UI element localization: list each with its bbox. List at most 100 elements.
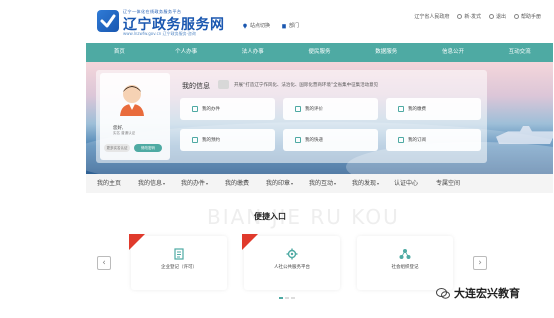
nav-data[interactable]: 数据服务 [353, 43, 420, 62]
card-label: 我的评价 [305, 107, 323, 112]
chevron-down-icon: ▾ [206, 181, 209, 186]
subnav-auth-center[interactable]: 认证中心 [394, 174, 418, 193]
logo-url: www.lnzwfw.gov.cn 辽宁政务服务·咨询 [123, 31, 196, 36]
card-my-appointments[interactable]: 我的预约 [180, 129, 275, 151]
user-center-nav: 我的主页 我的信息▾ 我的办件▾ 我的缴费 我的印章▾ 我的互动▾ 我的发现▾ … [86, 174, 553, 193]
subnav-label: 我的印章 [266, 180, 291, 187]
site-switch-link[interactable]: 站点切换 [242, 22, 270, 29]
subnav-label: 我的发现 [352, 180, 377, 187]
card-my-payments[interactable]: 我的缴费 [386, 98, 481, 120]
card-label: 我的快递 [305, 138, 323, 143]
nav-info-public[interactable]: 信息公开 [420, 43, 487, 62]
nav-convenience[interactable]: 便民服务 [286, 43, 353, 62]
entrance-enterprise-registration[interactable]: 企业登记（许可） [129, 234, 227, 290]
entrance-label: 企业登记（许可） [161, 265, 197, 270]
watermark-text: 大连宏兴教育 [454, 287, 520, 300]
carousel-prev-button[interactable]: ‹ [97, 256, 111, 270]
power-icon [488, 14, 494, 19]
entrance-label: 社会组织登记 [391, 265, 419, 270]
star-icon [295, 106, 301, 112]
bell-icon [398, 137, 404, 143]
top-links: 辽宁省人民政府 新·发式 退出 帮助手册 [414, 13, 541, 20]
entrance-label: 人社公共服务平台 [274, 265, 310, 270]
hot-ribbon [242, 234, 258, 250]
auth-level: 实名 普通认证 [113, 131, 136, 135]
site-header: 辽宁一体化在线政务服务平台 辽宁政务服务网 www.lnzwfw.gov.cn … [0, 0, 554, 40]
nav-legal-person[interactable]: 法人办事 [219, 43, 286, 62]
building-icon [282, 23, 286, 28]
department-link[interactable]: 部门 [281, 22, 299, 29]
document-icon [174, 248, 184, 260]
top-link-user[interactable]: 新·发式 [457, 13, 481, 20]
wechat-icon [436, 287, 450, 299]
subnav-label: 认证中心 [394, 180, 419, 187]
avatar[interactable] [117, 82, 147, 116]
entrance-social-security[interactable]: 人社公共服务平台 [242, 234, 340, 290]
top-link-help[interactable]: 帮助手册 [513, 13, 541, 20]
source-watermark: 大连宏兴教育 [436, 285, 520, 301]
subnav-discover[interactable]: 我的发现▾ [352, 174, 379, 193]
card-my-delivery[interactable]: 我的快递 [283, 129, 378, 151]
ship-image [496, 126, 553, 144]
top-link-help-label: 帮助手册 [520, 14, 541, 20]
subnav-label: 我的办件 [181, 180, 206, 187]
card-label: 我的订阅 [408, 138, 426, 143]
subnav-label: 我的主页 [97, 180, 122, 187]
subnav-label: 我的信息 [138, 180, 163, 187]
card-label: 我的缴费 [408, 107, 426, 112]
card-label: 我的办件 [202, 107, 220, 112]
my-info-title: 我的信息 [182, 82, 210, 90]
subnav-payments[interactable]: 我的缴费 [225, 174, 249, 193]
top-link-gov[interactable]: 辽宁省人民政府 [414, 13, 449, 20]
subnav-exclusive-space[interactable]: 专属空间 [436, 174, 460, 193]
card-label: 我的预约 [202, 138, 220, 143]
subnav-interaction[interactable]: 我的互动▾ [309, 174, 336, 193]
notice-text[interactable]: 开展“打造辽宁作风化、法治化、国际化营商环境”全省集中征集活动意见 [234, 82, 378, 88]
main-nav: 首页 个人办事 法人办事 便民服务 数据服务 信息公开 互动交流 [86, 43, 553, 62]
subnav-label: 专属空间 [436, 180, 461, 187]
card-my-subscriptions[interactable]: 我的订阅 [386, 129, 481, 151]
site-logo-icon[interactable] [97, 10, 119, 32]
gear-icon [286, 248, 298, 260]
subnav-label: 我的互动 [309, 180, 334, 187]
nav-personal[interactable]: 个人办事 [153, 43, 220, 62]
site-switch-label: 站点切换 [250, 23, 271, 29]
subnav-info[interactable]: 我的信息▾ [138, 174, 165, 193]
chevron-down-icon: ▾ [163, 181, 166, 186]
nav-interaction[interactable]: 互动交流 [486, 43, 553, 62]
card-my-cases[interactable]: 我的办件 [180, 98, 275, 120]
department-label: 部门 [289, 23, 300, 29]
wallet-icon [398, 106, 404, 112]
list-icon [192, 106, 198, 112]
carousel-dot-active[interactable] [279, 297, 283, 299]
user-icon [457, 14, 463, 19]
carousel-next-button[interactable]: › [473, 256, 487, 270]
hot-ribbon [129, 234, 145, 250]
top-link-logout[interactable]: 退出 [488, 13, 506, 20]
section-title: 便捷入口 [254, 212, 286, 221]
calendar-icon [192, 137, 198, 143]
carousel-dot[interactable] [285, 297, 289, 299]
chevron-down-icon: ▾ [291, 181, 294, 186]
truck-icon [295, 137, 301, 143]
chevron-down-icon: ▾ [377, 181, 380, 186]
network-icon [399, 249, 411, 259]
verify-button[interactable]: 更多实名认证 [104, 144, 130, 152]
subnav-home[interactable]: 我的主页 [97, 174, 121, 193]
carousel-dot[interactable] [291, 297, 295, 299]
card-my-reviews[interactable]: 我的评价 [283, 98, 378, 120]
chevron-down-icon: ▾ [334, 181, 337, 186]
speaker-icon [218, 80, 229, 89]
subnav-label: 我的缴费 [225, 180, 250, 187]
carousel-pagination [279, 297, 295, 299]
subnav-cases[interactable]: 我的办件▾ [181, 174, 208, 193]
help-icon [513, 14, 519, 19]
nav-home[interactable]: 首页 [86, 43, 153, 62]
section-watermark: BIAN JIE RU KOU [207, 205, 400, 229]
location-pin-icon [243, 23, 247, 29]
subnav-seals[interactable]: 我的印章▾ [266, 174, 293, 193]
top-link-user-label: 新·发式 [464, 14, 481, 20]
top-link-logout-label: 退出 [495, 14, 506, 20]
change-password-button[interactable]: 修改密码 [134, 144, 162, 152]
entrance-social-org-registration[interactable]: 社会组织登记 [357, 236, 453, 290]
